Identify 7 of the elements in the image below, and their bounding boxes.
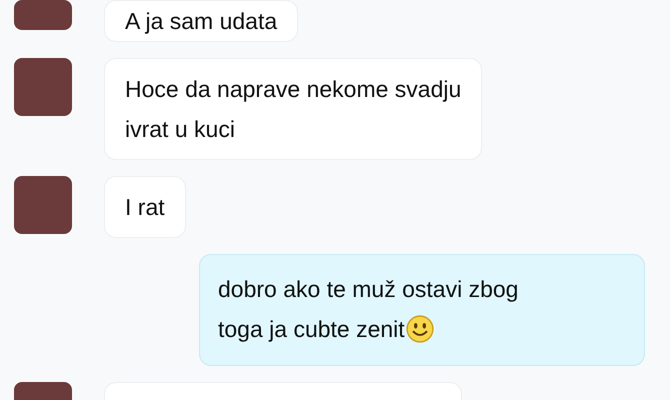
message-text: Hoce da naprave nekome svadju [125, 75, 462, 104]
message-text: A ja sam udata [125, 7, 278, 36]
avatar-photo-placeholder[interactable] [14, 0, 72, 30]
message-text: toga ja cubte zenit [218, 309, 626, 349]
message-text: I rat [125, 193, 165, 222]
message-text: dobro ako te muž ostavi zbog [218, 275, 520, 304]
message-text: ivrat u kuci [125, 115, 236, 144]
